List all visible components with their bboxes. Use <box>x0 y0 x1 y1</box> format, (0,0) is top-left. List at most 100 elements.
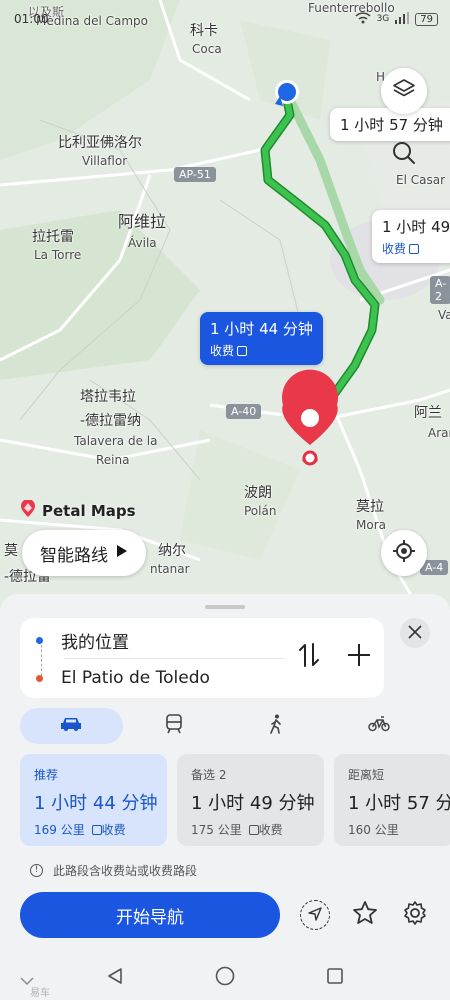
brand-logo: Petal Maps <box>20 499 136 522</box>
place-label: 拉托雷 <box>32 229 74 245</box>
info-icon: ! <box>30 864 43 877</box>
tab-drive[interactable] <box>20 708 123 744</box>
back-triangle-icon <box>106 968 124 989</box>
route-option-shortest[interactable]: 距离短 1 小时 57 分 160 公里 <box>334 754 450 846</box>
signal-icon <box>395 11 410 27</box>
my-location-dot <box>278 83 296 101</box>
bubble-time: 1 小时 44 分钟 <box>210 320 313 338</box>
place-label: Aran <box>428 426 450 440</box>
bubble-toll: 收费 <box>382 242 407 256</box>
car-icon <box>60 716 82 736</box>
place-label: 阿维拉 <box>118 212 167 231</box>
bubble-toll: 收费 <box>210 344 235 358</box>
start-navigation-button[interactable]: 开始导航 <box>20 892 280 938</box>
tab-walk[interactable] <box>225 708 328 744</box>
selected-route-bubble[interactable]: 1 小时 44 分钟 收费 <box>200 312 323 365</box>
route-toll: 收费 <box>258 823 283 837</box>
toll-notice: ! 此路段含收费站或收费路段 <box>30 862 197 879</box>
place-label: Va <box>438 308 450 322</box>
add-stop-button[interactable] <box>344 642 374 672</box>
locate-button[interactable] <box>381 530 427 576</box>
home-circle-icon <box>215 966 235 990</box>
start-label: 开始导航 <box>116 907 184 928</box>
close-button[interactable] <box>400 618 430 648</box>
place-label: 波朗 <box>244 485 272 501</box>
toll-icon <box>409 244 420 254</box>
place-label: 塔拉韦拉 <box>80 389 136 405</box>
back-button[interactable] <box>106 967 124 989</box>
route-distance: 175 公里 <box>191 823 242 837</box>
route-distance: 160 公里 <box>348 823 399 837</box>
destination-pin-icon <box>282 369 338 466</box>
navigate-preview-button[interactable] <box>300 900 330 930</box>
tab-bike[interactable] <box>328 708 431 744</box>
status-time: 01:00 <box>14 12 49 26</box>
smart-route-button[interactable]: 智能路线 <box>22 530 146 576</box>
place-label: Villaflor <box>82 154 128 168</box>
bubble-time: 1 小时 49 <box>382 218 450 236</box>
place-label: Coca <box>192 42 222 56</box>
bike-icon <box>368 716 390 736</box>
route-input-card: 我的位置 El Patio de Toledo <box>20 618 384 698</box>
recents-square-icon <box>326 968 344 989</box>
place-label: Mora <box>356 518 386 532</box>
destination-field[interactable]: El Patio de Toledo <box>36 668 210 688</box>
route-label: 备选 2 <box>191 768 227 782</box>
place-label: Ávila <box>128 236 157 250</box>
petal-maps-icon <box>20 499 36 522</box>
alt-route-bubble-2[interactable]: 1 小时 49 收费 <box>372 210 450 263</box>
road-shield: A-2 <box>430 276 450 304</box>
toll-icon <box>91 825 102 835</box>
navigation-arrow-icon <box>308 906 322 925</box>
wifi-icon <box>355 11 371 27</box>
origin-label: 我的位置 <box>61 633 129 653</box>
route-time: 1 小时 44 分钟 <box>34 793 158 814</box>
place-label: La Torre <box>34 248 82 262</box>
favorite-button[interactable] <box>350 900 380 930</box>
search-icon <box>391 140 417 170</box>
travel-mode-tabs <box>20 708 430 744</box>
origin-dot-icon <box>36 637 43 644</box>
battery-icon: 79 <box>415 12 438 26</box>
route-option-alt2[interactable]: 备选 2 1 小时 49 分钟 175 公里 收费 <box>177 754 324 846</box>
swap-button[interactable] <box>294 642 324 672</box>
watermark: 易车 <box>30 988 50 999</box>
home-button[interactable] <box>215 966 235 990</box>
route-label: 推荐 <box>34 768 59 782</box>
destination-label: El Patio de Toledo <box>61 668 210 688</box>
place-label: 莫 <box>4 543 18 559</box>
destination-dot-icon <box>36 674 43 682</box>
sheet-handle[interactable] <box>205 605 245 609</box>
road-shield: AP-51 <box>174 167 216 182</box>
train-icon <box>165 714 183 738</box>
recents-button[interactable] <box>326 967 344 989</box>
route-option-recommended[interactable]: 推荐 1 小时 44 分钟 169 公里 收费 <box>20 754 167 846</box>
walk-icon <box>269 714 283 738</box>
place-label: Reina <box>96 453 130 467</box>
play-icon <box>116 543 128 563</box>
place-label: 比利亚佛洛尔 <box>58 135 142 151</box>
layers-icon <box>392 77 416 105</box>
route-sheet: 我的位置 El Patio de Toledo 推荐 1 小时 44 分钟 16… <box>0 594 450 1000</box>
place-label: 莫拉 <box>356 499 384 515</box>
star-icon <box>352 900 378 930</box>
swap-icon <box>298 642 320 672</box>
road-shield: A-40 <box>226 404 262 419</box>
route-options: 推荐 1 小时 44 分钟 169 公里 收费 备选 2 1 小时 49 分钟 … <box>20 754 450 846</box>
tab-transit[interactable] <box>123 708 226 744</box>
system-nav-bar <box>0 956 450 1000</box>
plus-icon <box>347 643 371 671</box>
toll-icon <box>248 825 259 835</box>
place-label: Polán <box>244 504 277 518</box>
layers-button[interactable] <box>381 68 427 114</box>
search-button[interactable] <box>381 132 427 178</box>
map-view[interactable]: 以及斯 Medina del Campo 科卡 Coca Fuenterrebo… <box>0 0 450 610</box>
route-label: 距离短 <box>348 768 385 782</box>
close-icon <box>408 624 422 643</box>
route-time: 1 小时 57 分 <box>348 793 450 814</box>
crosshair-icon <box>392 539 416 567</box>
gear-icon <box>402 900 428 930</box>
settings-button[interactable] <box>400 900 430 930</box>
origin-field[interactable]: 我的位置 <box>36 628 129 653</box>
place-label: -德拉雷纳 <box>80 413 142 429</box>
